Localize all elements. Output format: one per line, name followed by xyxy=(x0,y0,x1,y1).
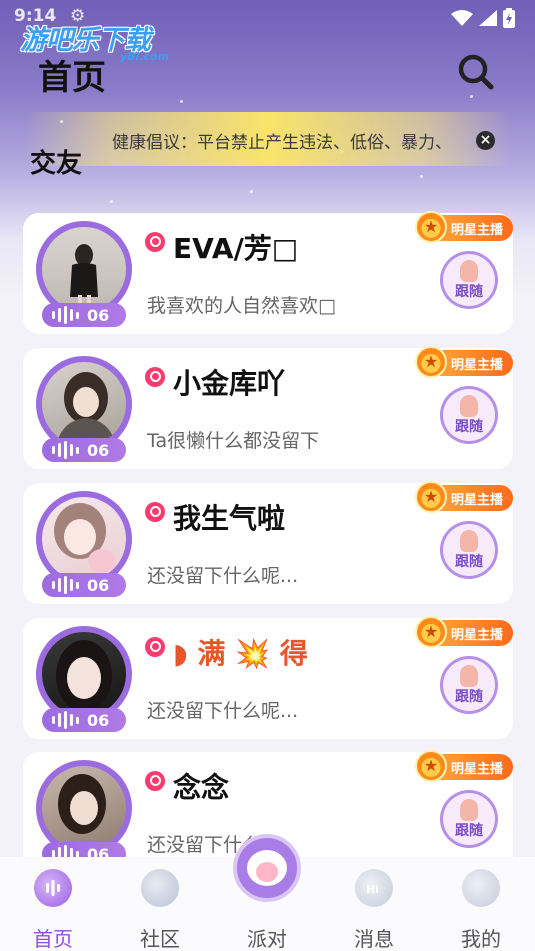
star-host-badge: ★ 明星主播 xyxy=(415,616,513,648)
hand-icon xyxy=(460,530,478,552)
follow-label: 跟随 xyxy=(455,823,483,839)
voice-pill[interactable]: 06 xyxy=(42,708,126,732)
sound-wave-icon xyxy=(52,576,79,594)
sound-wave-icon xyxy=(52,441,79,459)
star-host-badge: ★ 明星主播 xyxy=(415,211,513,243)
follow-button[interactable]: 跟随 xyxy=(440,521,498,579)
notice-banner: 健康倡议：平台禁止产生违法、低俗、暴力、 xyxy=(24,112,512,166)
sky-star xyxy=(420,175,423,178)
sky-star xyxy=(470,95,473,98)
user-card[interactable]: 06 EVA/芳□ 我喜欢的人自然喜欢□ ★ 明星主播 跟随 xyxy=(23,211,513,334)
badge-label: 明星主播 xyxy=(451,358,504,373)
party-button[interactable] xyxy=(233,834,301,902)
user-card[interactable]: 06 小金库吖 Ta很懒什么都没留下 ★ 明星主播 跟随 xyxy=(23,346,513,469)
user-name: 念念 xyxy=(173,771,230,804)
hand-icon xyxy=(460,395,478,417)
tab-label: 消息 xyxy=(354,927,394,951)
live-icon xyxy=(145,502,165,522)
badge-label: 明星主播 xyxy=(451,628,504,643)
tab-label: 派对 xyxy=(247,927,287,951)
tab-home[interactable]: 首页 xyxy=(8,865,98,951)
hand-icon xyxy=(460,799,478,821)
tab-label: 社区 xyxy=(140,927,180,951)
star-host-badge: ★ 明星主播 xyxy=(415,481,513,513)
hand-icon xyxy=(460,665,478,687)
sky-star xyxy=(110,200,113,203)
tab-profile[interactable]: 我的 xyxy=(436,865,526,951)
avatar-image xyxy=(42,632,126,716)
search-button[interactable] xyxy=(456,52,496,92)
close-icon[interactable]: × xyxy=(476,131,495,150)
crown-icon: ★ xyxy=(415,481,447,513)
tab-community[interactable]: 社区 xyxy=(115,865,205,951)
user-name: ◗ 满 💥 得 xyxy=(173,637,308,670)
star-host-badge: ★ 明星主播 xyxy=(415,750,513,782)
voice-duration: 06 xyxy=(87,575,110,595)
voice-duration: 06 xyxy=(87,440,110,460)
live-icon xyxy=(145,771,165,791)
voice-duration: 06 xyxy=(87,710,110,730)
home-icon xyxy=(34,869,72,907)
watermark-sub: yBl.com xyxy=(120,50,170,63)
live-icon xyxy=(145,232,165,252)
user-card[interactable]: 06 我生气啦 还没留下什么呢... ★ 明星主播 跟随 xyxy=(23,481,513,604)
user-bio: 还没留下什么呢... xyxy=(147,700,299,722)
profile-icon xyxy=(462,869,500,907)
user-bio: 还没留下什么呢... xyxy=(147,565,299,587)
voice-pill[interactable]: 06 xyxy=(42,573,126,597)
section-title: 交友 xyxy=(30,149,83,179)
sound-wave-icon xyxy=(52,306,79,324)
page-title: 首页 xyxy=(38,58,106,98)
crown-icon: ★ xyxy=(415,616,447,648)
hand-icon xyxy=(460,260,478,282)
svg-text:Hi: Hi xyxy=(366,883,379,896)
crown-icon: ★ xyxy=(415,750,447,782)
user-bio: 我喜欢的人自然喜欢□ xyxy=(147,295,336,317)
sky-star xyxy=(250,190,253,193)
avatar-image xyxy=(42,766,126,850)
user-bio: Ta很懒什么都没留下 xyxy=(147,430,320,452)
star-host-badge: ★ 明星主播 xyxy=(415,346,513,378)
badge-label: 明星主播 xyxy=(451,223,504,238)
sky-star xyxy=(180,100,183,103)
follow-button[interactable]: 跟随 xyxy=(440,386,498,444)
sheep-face-icon xyxy=(256,862,278,882)
follow-label: 跟随 xyxy=(455,689,483,705)
voice-pill[interactable]: 06 xyxy=(42,438,126,462)
badge-label: 明星主播 xyxy=(451,493,504,508)
voice-duration: 06 xyxy=(87,305,110,325)
follow-label: 跟随 xyxy=(455,554,483,570)
tab-label: 首页 xyxy=(33,927,73,951)
planet-icon xyxy=(141,869,179,907)
sound-wave-icon xyxy=(52,711,79,729)
live-icon xyxy=(145,637,165,657)
user-name: 我生气啦 xyxy=(173,502,286,535)
live-icon xyxy=(145,367,165,387)
avatar-image xyxy=(42,497,126,581)
voice-pill[interactable]: 06 xyxy=(42,303,126,327)
user-card[interactable]: 06 ◗ 满 💥 得 还没留下什么呢... ★ 明星主播 跟随 xyxy=(23,616,513,739)
badge-label: 明星主播 xyxy=(451,762,504,777)
notice-text: 健康倡议：平台禁止产生违法、低俗、暴力、 xyxy=(112,133,452,153)
wifi-icon xyxy=(451,10,473,26)
user-name: 小金库吖 xyxy=(173,367,286,400)
message-icon: Hi xyxy=(355,869,393,907)
search-icon xyxy=(458,54,494,90)
status-icons xyxy=(451,8,515,28)
crown-icon: ★ xyxy=(415,346,447,378)
follow-button[interactable]: 跟随 xyxy=(440,790,498,848)
tab-label: 我的 xyxy=(461,927,501,951)
avatar-image xyxy=(42,227,126,311)
follow-button[interactable]: 跟随 xyxy=(440,656,498,714)
battery-icon xyxy=(503,8,515,28)
user-name: EVA/芳□ xyxy=(173,232,299,265)
follow-button[interactable]: 跟随 xyxy=(440,251,498,309)
follow-label: 跟随 xyxy=(455,419,483,435)
crown-icon: ★ xyxy=(415,211,447,243)
follow-label: 跟随 xyxy=(455,284,483,300)
tab-messages[interactable]: Hi 消息 xyxy=(329,865,419,951)
avatar-image xyxy=(42,362,126,446)
signal-icon xyxy=(479,10,497,26)
